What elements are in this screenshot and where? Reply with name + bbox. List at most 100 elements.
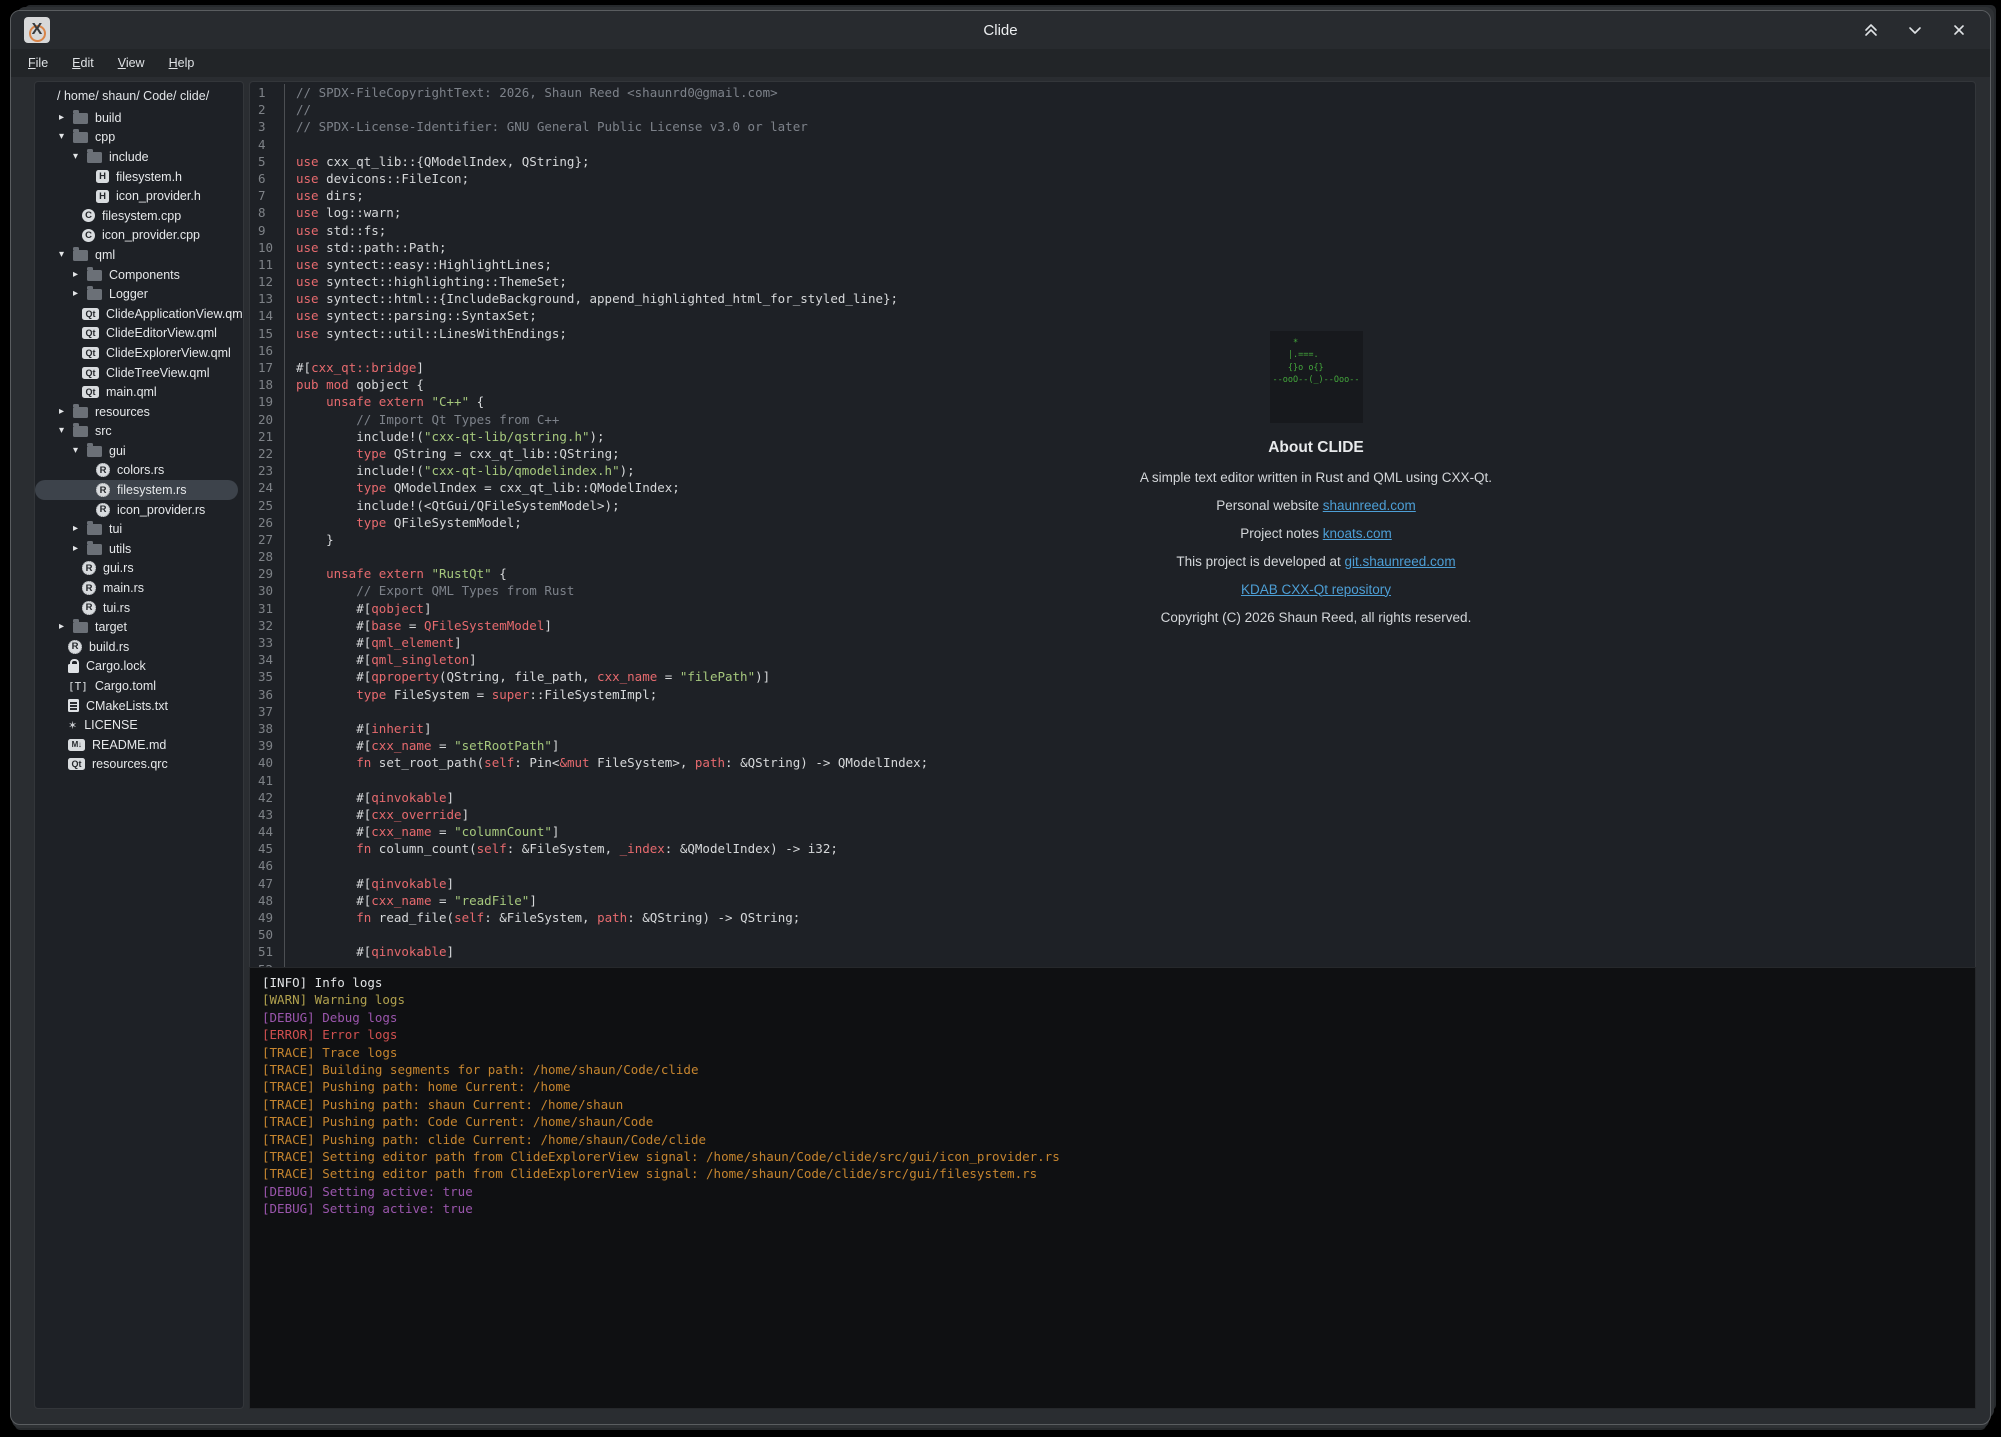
menu-item-view[interactable]: View <box>118 56 145 70</box>
code-line: 3// SPDX-License-Identifier: GNU General… <box>250 118 1975 135</box>
code-text: fn set_root_path(self: Pin<&mut FileSyst… <box>285 754 928 771</box>
link-git-shaunreed-com[interactable]: git.shaunreed.com <box>1345 554 1456 569</box>
tree-item-qml[interactable]: ▾qml <box>35 245 243 265</box>
chevron-down-icon[interactable]: ▾ <box>59 250 73 260</box>
lock-icon <box>68 664 79 673</box>
tree-item-cpp[interactable]: ▾cpp <box>35 128 243 148</box>
tree-item-gui[interactable]: ▾gui <box>35 441 243 461</box>
log-line-trace: [TRACE] Setting editor path from ClideEx… <box>262 1165 1975 1182</box>
line-number: 39 <box>250 737 285 754</box>
copyright-text: Copyright (C) 2026 Shaun Reed, all right… <box>1106 610 1526 625</box>
chevron-right-icon[interactable]: ▸ <box>73 270 87 280</box>
tree-item-components[interactable]: ▸Components <box>35 265 243 285</box>
code-text: fn read_file(self: &FileSystem, path: &Q… <box>285 909 800 926</box>
tree-item-build-rs[interactable]: Rbuild.rs <box>35 637 243 657</box>
tree-item-clidetreeview-qml[interactable]: QtClideTreeView.qml <box>35 363 243 383</box>
tree-item-filesystem-rs[interactable]: Rfilesystem.rs <box>35 480 238 500</box>
tree-item-label: main.qml <box>106 385 157 399</box>
menu-item-edit[interactable]: Edit <box>72 56 94 70</box>
chevron-down-icon[interactable]: ▾ <box>73 446 87 456</box>
tree-item-icon-provider-cpp[interactable]: Cicon_provider.cpp <box>35 226 243 246</box>
code-line: 47 #[qinvokable] <box>250 875 1975 892</box>
tree-item-tui[interactable]: ▸tui <box>35 519 243 539</box>
line-number: 3 <box>250 118 285 135</box>
line-number: 51 <box>250 943 285 960</box>
tree-item-readme-md[interactable]: M↓README.md <box>35 735 243 755</box>
code-text <box>285 548 296 565</box>
tree-item-gui-rs[interactable]: Rgui.rs <box>35 559 243 579</box>
title-bar[interactable]: X Clide <box>11 11 1990 49</box>
tree-item-cargo-toml[interactable]: [T]Cargo.toml <box>35 676 243 696</box>
tree-item-resources[interactable]: ▸resources <box>35 402 243 422</box>
line-number: 19 <box>250 393 285 410</box>
chevron-down-icon[interactable]: ▾ <box>59 132 73 142</box>
chevron-right-icon[interactable]: ▸ <box>73 289 87 299</box>
qt-file-icon: Qt <box>82 386 99 398</box>
line-number: 33 <box>250 634 285 651</box>
link-knoats-com[interactable]: knoats.com <box>1323 526 1392 541</box>
tree-item-logger[interactable]: ▸ Logger <box>35 284 243 304</box>
tree-item-filesystem-cpp[interactable]: Cfilesystem.cpp <box>35 206 243 226</box>
tree-item-label: Logger <box>109 287 148 301</box>
tree-item-resources-qrc[interactable]: Qtresources.qrc <box>35 755 243 775</box>
about-description: A simple text editor written in Rust and… <box>1106 470 1526 485</box>
shade-button[interactable] <box>1858 17 1884 43</box>
tree-item-tui-rs[interactable]: Rtui.rs <box>35 598 243 618</box>
code-text: #[qobject] <box>285 600 431 617</box>
tree-item-main-qml[interactable]: Qt main.qml <box>35 382 243 402</box>
tree-item-src[interactable]: ▾src <box>35 422 243 442</box>
file-tree: ▸build▾cpp▾includeHfilesystem.hHicon_pro… <box>35 108 243 774</box>
chevron-right-icon[interactable]: ▸ <box>59 407 73 417</box>
tree-item-main-rs[interactable]: Rmain.rs <box>35 578 243 598</box>
code-text: #[qml_element] <box>285 634 462 651</box>
app-icon[interactable]: X <box>24 17 50 43</box>
code-line: 14use syntect::parsing::SyntaxSet; <box>250 307 1975 324</box>
menu-item-help[interactable]: Help <box>169 56 195 70</box>
file-tree-panel[interactable]: / home/ shaun/ Code/ clide/ ▸build▾cpp▾i… <box>34 81 244 1409</box>
code-text <box>285 136 296 153</box>
line-number: 5 <box>250 153 285 170</box>
chevron-right-icon[interactable]: ▸ <box>73 544 87 554</box>
tree-item-clideeditorview-qml[interactable]: QtClideEditorView.qml <box>35 324 243 344</box>
tree-item-clideapplicationview-qml[interactable]: QtClideApplicationView.qml <box>35 304 243 324</box>
about-link-line: Personal website shaunreed.com <box>1106 498 1526 513</box>
tree-item-target[interactable]: ▸target <box>35 617 243 637</box>
tree-item-build[interactable]: ▸build <box>35 108 243 128</box>
tree-item-cmakelists-txt[interactable]: CMakeLists.txt <box>35 696 243 716</box>
code-text: #[qinvokable] <box>285 789 454 806</box>
tree-item-label: include <box>109 150 149 164</box>
log-panel[interactable]: [INFO] Info logs[WARN] Warning logs[DEBU… <box>249 967 1976 1409</box>
tree-item-clideexplorerview-qml[interactable]: QtClideExplorerView.qml <box>35 343 243 363</box>
code-line: 49 fn read_file(self: &FileSystem, path:… <box>250 909 1975 926</box>
chevron-down-icon[interactable]: ▾ <box>73 152 87 162</box>
app-window: X Clide FileEditViewHelp / home/ shaun/ … <box>10 10 1991 1425</box>
minimize-button[interactable] <box>1902 17 1928 43</box>
code-text: unsafe extern "RustQt" { <box>285 565 507 582</box>
tree-item-filesystem-h[interactable]: Hfilesystem.h <box>35 167 243 187</box>
header-file-icon: H <box>96 170 109 183</box>
chevron-right-icon[interactable]: ▸ <box>59 622 73 632</box>
menu-item-file[interactable]: File <box>28 56 48 70</box>
chevron-right-icon[interactable]: ▸ <box>59 113 73 123</box>
tree-item-icon-provider-h[interactable]: Hicon_provider.h <box>35 186 243 206</box>
tree-item-include[interactable]: ▾ include <box>35 147 243 167</box>
tree-item-license[interactable]: ✶LICENSE <box>35 715 243 735</box>
link-shaunreed-com[interactable]: shaunreed.com <box>1323 498 1416 513</box>
tree-item-cargo-lock[interactable]: Cargo.lock <box>35 657 243 677</box>
chevron-right-icon[interactable]: ▸ <box>73 524 87 534</box>
window-controls <box>1858 11 1972 49</box>
tree-item-utils[interactable]: ▸utils <box>35 539 243 559</box>
code-text: include!("cxx-qt-lib/qmodelindex.h"); <box>285 462 635 479</box>
text-file-icon <box>68 699 79 712</box>
qt-file-icon: Qt <box>82 327 99 339</box>
close-icon <box>1949 20 1969 40</box>
code-text: // Export QML Types from Rust <box>285 582 574 599</box>
tree-item-colors-rs[interactable]: Rcolors.rs <box>35 461 243 481</box>
tree-item-icon-provider-rs[interactable]: Ricon_provider.rs <box>35 500 243 520</box>
tree-item-label: ClideTreeView.qml <box>106 366 210 380</box>
log-line-debug: [DEBUG] Setting active: true <box>262 1183 1975 1200</box>
link-kdab-cxx-qt-repository[interactable]: KDAB CXX-Qt repository <box>1241 582 1391 597</box>
close-button[interactable] <box>1946 17 1972 43</box>
chevron-down-icon[interactable]: ▾ <box>59 426 73 436</box>
code-text: include!(<QtGui/QFileSystemModel>); <box>285 497 620 514</box>
